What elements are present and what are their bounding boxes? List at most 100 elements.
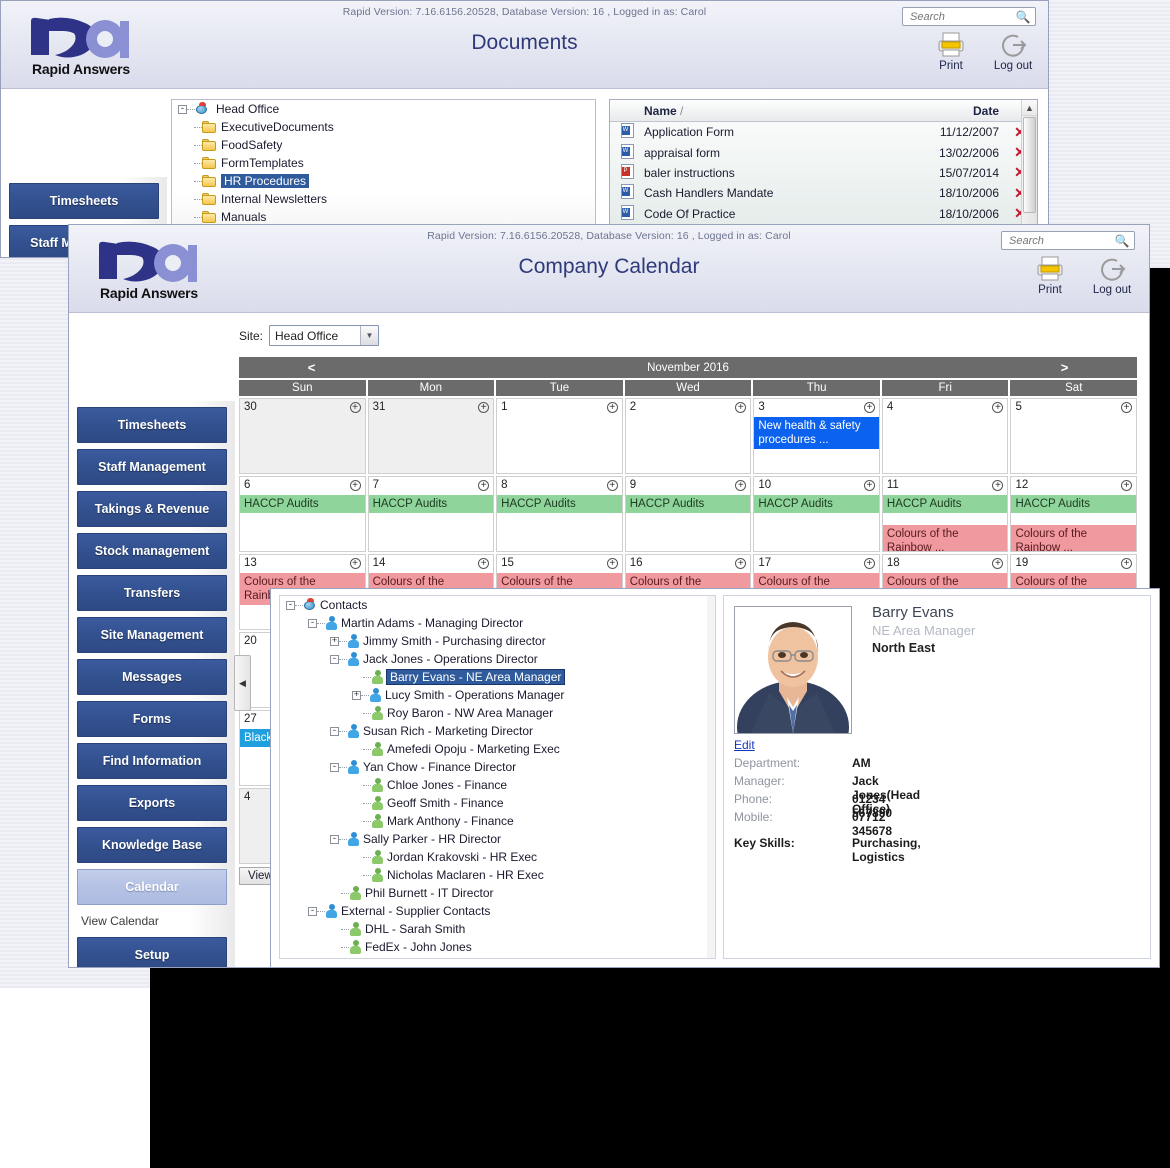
sidebar-item-transfers[interactable]: Transfers (77, 575, 227, 611)
table-row[interactable]: W Code Of Practice 18/10/2006 ✕ (610, 204, 1037, 224)
column-header-date[interactable]: Date (911, 104, 1003, 118)
tree-folder-node[interactable]: ExecutiveDocuments (172, 118, 595, 136)
add-event-icon[interactable]: + (1121, 402, 1133, 413)
contact-tree-node[interactable]: Nicholas Maclaren - HR Exec (280, 866, 715, 884)
expand-icon[interactable]: + (330, 636, 339, 646)
add-event-icon[interactable]: + (349, 480, 361, 491)
sidebar-item-staff-management[interactable]: Staff Management (77, 449, 227, 485)
table-row[interactable]: Wappraisal form 13/02/2006 ✕ (610, 142, 1037, 162)
contact-tree-node[interactable]: Barry Evans - NE Area Manager (280, 668, 715, 686)
collapse-icon[interactable]: - (178, 104, 187, 114)
sidebar-item-messages[interactable]: Messages (77, 659, 227, 695)
add-event-icon[interactable]: + (863, 480, 875, 491)
sidebar-item-exports[interactable]: Exports (77, 785, 227, 821)
collapse-icon[interactable]: - (330, 654, 339, 664)
calendar-day-cell[interactable]: 30 + (239, 398, 366, 474)
search-input-2[interactable] (1007, 233, 1113, 248)
contact-tree-node[interactable]: + Jimmy Smith - Purchasing director (280, 632, 715, 650)
add-event-icon[interactable]: + (863, 558, 875, 569)
contact-tree-node[interactable]: - Jack Jones - Operations Director (280, 650, 715, 668)
calendar-event[interactable]: Colours of the Rainbow ... (882, 525, 1008, 551)
add-event-icon[interactable]: + (1121, 480, 1133, 491)
calendar-day-cell[interactable]: 5+ (1010, 398, 1138, 474)
logout-button[interactable]: Log out (990, 29, 1036, 72)
tree-folder-node[interactable]: FormTemplates (172, 154, 595, 172)
contact-tree-node[interactable]: Phil Burnett - IT Director (280, 884, 715, 902)
sidebar-item-forms[interactable]: Forms (77, 701, 227, 737)
contact-tree-node[interactable]: Chloe Jones - Finance (280, 776, 715, 794)
contact-tree-node[interactable]: + Lucy Smith - Operations Manager (280, 686, 715, 704)
calendar-day-cell[interactable]: 12 + HACCP Audits Colours of the Rainbow ..… (1010, 476, 1138, 552)
contact-tree-node[interactable]: Jordan Krakovski - HR Exec (280, 848, 715, 866)
column-header-name[interactable]: Name / (644, 104, 911, 118)
scroll-up-icon[interactable]: ▲ (1022, 100, 1037, 116)
contact-tree-node[interactable]: - Yan Chow - Finance Director (280, 758, 715, 776)
add-event-icon[interactable]: + (863, 402, 875, 413)
sidebar-item-setup[interactable]: Setup (77, 937, 227, 967)
tree-folder-node[interactable]: FoodSafety (172, 136, 595, 154)
collapse-icon[interactable]: - (330, 834, 339, 844)
sidebar-item-stock-management[interactable]: Stock management (77, 533, 227, 569)
tree-folder-node[interactable]: HR Procedures (172, 172, 595, 190)
calendar-event[interactable]: HACCP Audits (754, 495, 879, 513)
calendar-event[interactable]: HACCP Audits (1011, 495, 1137, 513)
print-button[interactable]: Print (928, 29, 974, 72)
add-event-icon[interactable]: + (478, 558, 490, 569)
prev-month-button[interactable]: < (239, 360, 384, 375)
add-event-icon[interactable]: + (606, 558, 618, 569)
contact-tree-node[interactable]: Amefedi Opoju - Marketing Exec (280, 740, 715, 758)
calendar-event[interactable]: HACCP Audits (240, 495, 365, 513)
add-event-icon[interactable]: + (478, 480, 490, 491)
edit-link[interactable]: Edit (734, 738, 755, 752)
collapse-icon[interactable]: - (330, 726, 339, 736)
sidebar-item-find-information[interactable]: Find Information (77, 743, 227, 779)
tree-folder-node[interactable]: Internal Newsletters (172, 190, 595, 208)
add-event-icon[interactable]: + (478, 402, 490, 413)
site-dropdown[interactable]: Head Office ▼ (269, 325, 380, 346)
calendar-day-cell[interactable]: 31 + (367, 398, 495, 474)
add-event-icon[interactable]: + (735, 402, 747, 413)
search-box[interactable]: 🔍 (902, 7, 1036, 26)
calendar-day-cell[interactable]: 7 + HACCP Audits (367, 476, 495, 552)
contact-tree-node[interactable]: Geoff Smith - Finance (280, 794, 715, 812)
search-box-2[interactable]: 🔍 (1001, 231, 1135, 250)
sidebar-subitem[interactable]: View Calendar (69, 911, 235, 931)
search-input[interactable] (908, 9, 1014, 24)
contact-tree-node[interactable]: Roy Baron - NW Area Manager (280, 704, 715, 722)
calendar-event[interactable]: New health & safety procedures ... (754, 417, 879, 449)
calendar-day-cell[interactable]: 8 + HACCP Audits (496, 476, 623, 552)
calendar-day-cell[interactable]: 2+ (624, 398, 752, 474)
add-event-icon[interactable]: + (606, 480, 618, 491)
sidebar-item-site-management[interactable]: Site Management (77, 617, 227, 653)
calendar-day-cell[interactable]: 4+ (881, 398, 1009, 474)
add-event-icon[interactable]: + (992, 558, 1004, 569)
calendar-day-cell[interactable]: 11 + HACCP Audits Colours of the Rainbow ..… (881, 476, 1009, 552)
calendar-day-cell[interactable]: 9 + HACCP Audits (624, 476, 752, 552)
calendar-day-cell[interactable]: 10 + HACCP Audits (753, 476, 880, 552)
add-event-icon[interactable]: + (992, 480, 1004, 491)
add-event-icon[interactable]: + (349, 558, 361, 569)
collapse-icon[interactable]: - (330, 762, 339, 772)
print-button-2[interactable]: Print (1027, 253, 1073, 296)
calendar-event[interactable]: HACCP Audits (625, 495, 751, 513)
contact-tree-node[interactable]: - External - Supplier Contacts (280, 902, 715, 920)
calendar-event[interactable]: HACCP Audits (368, 495, 494, 513)
table-row[interactable]: W Application Form 11/12/2007 ✕ (610, 122, 1037, 142)
expand-icon[interactable]: + (352, 690, 361, 700)
calendar-day-cell[interactable]: 1+ (496, 398, 623, 474)
tree-root-node[interactable]: - Head Office (172, 100, 595, 118)
logout-button-2[interactable]: Log out (1089, 253, 1135, 296)
next-month-button[interactable]: > (992, 360, 1137, 375)
sidebar-item-calendar[interactable]: Calendar (77, 869, 227, 905)
add-event-icon[interactable]: + (992, 402, 1004, 413)
contact-tree-node[interactable]: DHL - Sarah Smith (280, 920, 715, 938)
contact-tree-node[interactable]: - Martin Adams - Managing Director (280, 614, 715, 632)
sidebar-item-knowledge-base[interactable]: Knowledge Base (77, 827, 227, 863)
scrollbar-thumb[interactable] (1023, 117, 1036, 213)
add-event-icon[interactable]: + (606, 402, 618, 413)
calendar-event[interactable]: Colours of the Rainbow ... (1011, 525, 1137, 551)
collapse-icon[interactable]: - (308, 618, 317, 628)
table-row[interactable]: Pbaler instructions 15/07/2014 ✕ (610, 163, 1037, 183)
contact-tree-node[interactable]: - Contacts (280, 596, 715, 614)
contacts-tree[interactable]: - Contacts - Martin Adams - Managing Direct… (279, 595, 716, 959)
